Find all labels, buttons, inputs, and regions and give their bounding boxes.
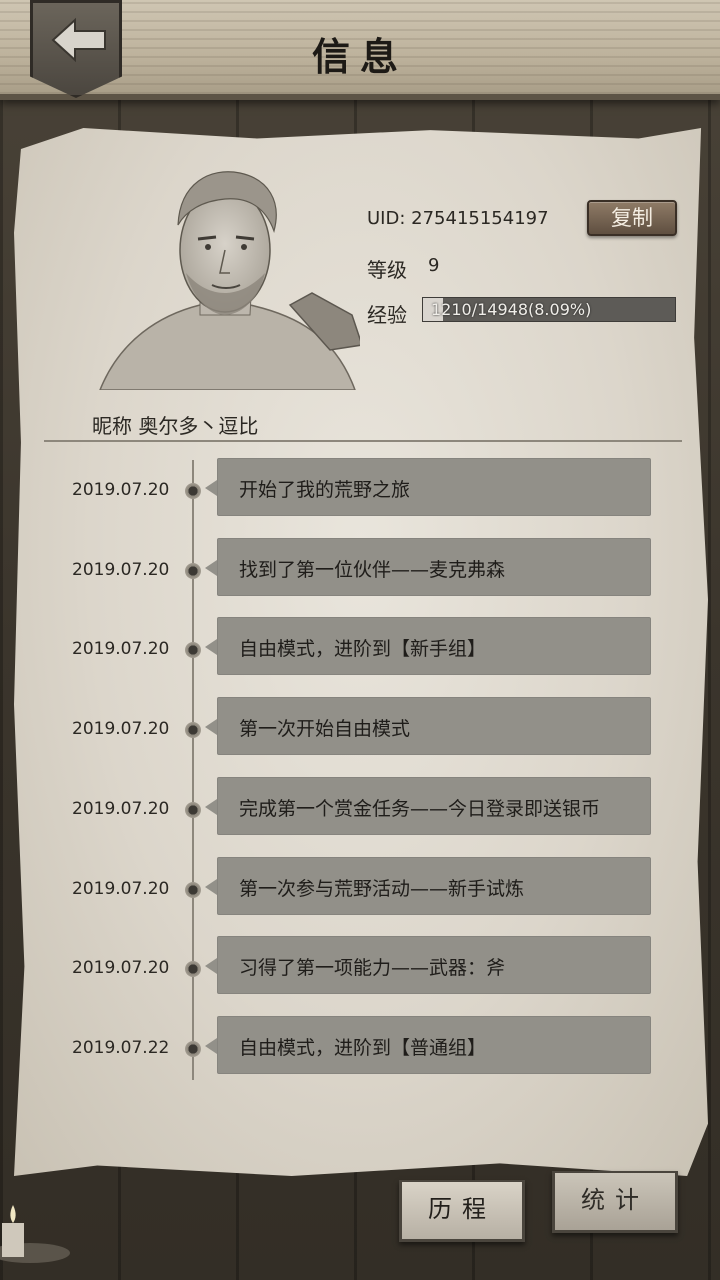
- timeline-entry-text: 第一次参与荒野活动——新手试炼: [239, 878, 525, 900]
- timeline-entry: 习得了第一项能力——武器：斧: [205, 936, 651, 994]
- divider: [44, 440, 682, 442]
- timeline-entry-text: 自由模式，进阶到【普通组】: [239, 1037, 487, 1059]
- timeline-entry: 第一次参与荒野活动——新手试炼: [205, 857, 651, 915]
- timeline-entry: 完成第一个赏金任务——今日登录即送银币: [205, 777, 651, 835]
- page-title: 信息: [311, 34, 408, 79]
- timeline-entry: 自由模式，进阶到【新手组】: [205, 617, 651, 675]
- level-value: 9: [428, 255, 440, 276]
- timeline-entry: 找到了第一位伙伴——麦克弗森: [205, 538, 651, 596]
- nickname-text: 昵称 奥尔多丶逗比: [92, 414, 259, 438]
- timeline-entry-text: 第一次开始自由模式: [239, 718, 411, 740]
- timeline-date: 2019.07.20: [72, 799, 170, 819]
- header-bar: 信息: [0, 0, 720, 100]
- exp-progress-text: 1210/14948(8.09%): [431, 300, 592, 319]
- timeline-date: 2019.07.22: [72, 1038, 170, 1058]
- timeline-dot-icon: [185, 722, 201, 738]
- timeline-date: 2019.07.20: [72, 639, 170, 659]
- timeline-entry: 自由模式，进阶到【普通组】: [205, 1016, 651, 1074]
- timeline-date: 2019.07.20: [72, 719, 170, 739]
- timeline-dot-icon: [185, 882, 201, 898]
- timeline-entry-text: 完成第一个赏金任务——今日登录即送银币: [239, 798, 601, 820]
- timeline-entry-text: 开始了我的荒野之旅: [239, 479, 411, 501]
- timeline-date: 2019.07.20: [72, 879, 170, 899]
- timeline-dot-icon: [185, 1041, 201, 1057]
- timeline-entry-text: 习得了第一项能力——武器：斧: [239, 957, 506, 979]
- timeline-entry-text: 找到了第一位伙伴——麦克弗森: [239, 559, 506, 581]
- timeline-date: 2019.07.20: [72, 480, 170, 500]
- timeline-date: 2019.07.20: [72, 560, 170, 580]
- timeline-dot-icon: [185, 642, 201, 658]
- copy-uid-button[interactable]: 复制: [587, 200, 677, 236]
- exp-progress-bar: 1210/14948(8.09%): [422, 297, 676, 322]
- level-label: 等级: [367, 258, 407, 282]
- character-portrait: [99, 171, 360, 390]
- timeline-line: [192, 460, 194, 1080]
- timeline-dot-icon: [185, 483, 201, 499]
- timeline-entry: 第一次开始自由模式: [205, 697, 651, 755]
- timeline-dot-icon: [185, 563, 201, 579]
- uid-text: UID: 275415154197: [367, 208, 549, 229]
- tab-stats[interactable]: 统计: [552, 1171, 678, 1233]
- timeline-entry: 开始了我的荒野之旅: [205, 458, 651, 516]
- candle-icon: [0, 1205, 70, 1263]
- exp-label: 经验: [367, 303, 407, 327]
- timeline-dot-icon: [185, 802, 201, 818]
- timeline-dot-icon: [185, 961, 201, 977]
- tab-history[interactable]: 历程: [399, 1180, 525, 1242]
- timeline-entry-text: 自由模式，进阶到【新手组】: [239, 638, 487, 660]
- timeline-date: 2019.07.20: [72, 958, 170, 978]
